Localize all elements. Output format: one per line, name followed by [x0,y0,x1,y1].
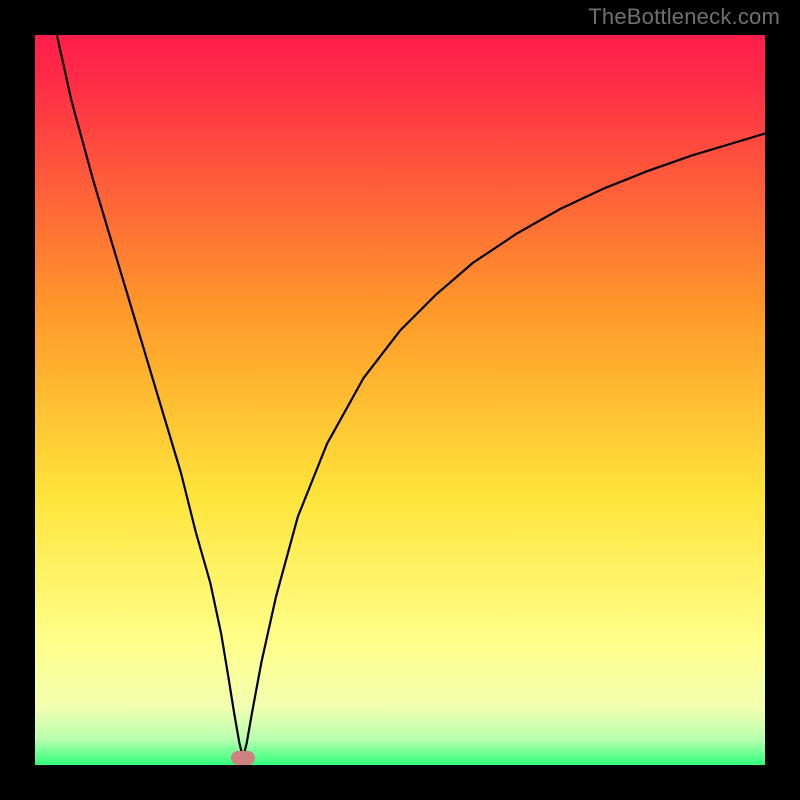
chart-container: TheBottleneck.com [0,0,800,800]
watermark-text: TheBottleneck.com [588,4,780,30]
bottleneck-curve [57,35,765,758]
curve-layer [35,35,765,765]
minimum-marker [231,751,255,765]
